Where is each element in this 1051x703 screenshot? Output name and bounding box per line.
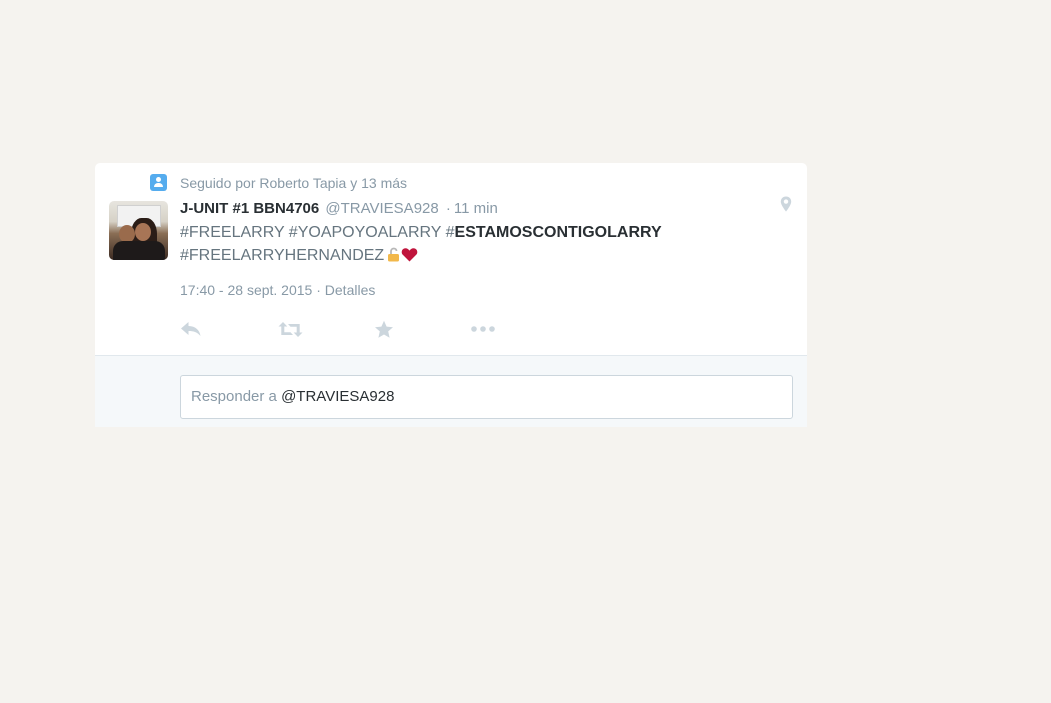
red-heart-icon	[401, 247, 418, 262]
details-link[interactable]: Detalles	[325, 282, 376, 298]
reply-button[interactable]	[180, 318, 278, 340]
reply-placeholder-prefix: Responder a	[191, 388, 277, 405]
time-separator: ·	[445, 200, 451, 217]
username[interactable]: @TRAVIESA928	[325, 200, 438, 217]
star-icon	[375, 320, 393, 338]
hashtag-link[interactable]: #FREELARRY	[180, 224, 284, 241]
tweet-header: J-UNIT #1 BBN4706 @TRAVIESA928 · 11 min	[180, 200, 498, 217]
reply-input[interactable]: Responder a @TRAVIESA928	[180, 375, 793, 419]
reply-area: Responder a @TRAVIESA928	[95, 355, 807, 427]
unlocked-lock-icon	[387, 247, 400, 262]
tweet-text: #FREELARRY #YOAPOYOALARRY #ESTAMOSCONTIG…	[180, 222, 740, 267]
context-suffix: y 13 más	[350, 174, 408, 191]
tweet-meta: 17:40 - 28 sept. 2015 · Detalles	[180, 282, 375, 298]
tweet-date[interactable]: 17:40 - 28 sept. 2015	[180, 282, 312, 298]
social-context: Seguido por Roberto Tapia y 13 más	[150, 174, 407, 191]
location-icon[interactable]	[780, 196, 792, 212]
avatar[interactable]	[109, 201, 168, 260]
timestamp[interactable]: 11 min	[454, 200, 498, 217]
context-user-link[interactable]: Roberto Tapia	[259, 175, 346, 191]
reply-mention: @TRAVIESA928	[281, 388, 395, 405]
tweet-card: Seguido por Roberto Tapia y 13 más J-UNI…	[95, 163, 807, 427]
more-button[interactable]	[471, 318, 511, 340]
hashtag-link[interactable]: #YOAPOYOALARRY	[289, 224, 441, 241]
context-prefix: Seguido por	[180, 174, 256, 191]
tweet-actions	[180, 318, 511, 340]
hashtag-bold-text: ESTAMOSCONTIGOLARRY	[454, 224, 662, 241]
reply-icon	[181, 322, 201, 336]
meta-separator: ·	[316, 282, 321, 298]
retweet-button[interactable]	[278, 318, 374, 340]
fullname[interactable]: J-UNIT #1 BBN4706	[180, 200, 319, 217]
hashtag-link[interactable]: #FREELARRYHERNANDEZ	[180, 247, 384, 264]
more-icon	[471, 326, 495, 332]
person-icon	[150, 174, 167, 191]
retweet-icon	[278, 321, 303, 337]
favorite-button[interactable]	[374, 318, 471, 340]
hashtag-link[interactable]: #ESTAMOSCONTIGOLARRY	[446, 224, 662, 241]
